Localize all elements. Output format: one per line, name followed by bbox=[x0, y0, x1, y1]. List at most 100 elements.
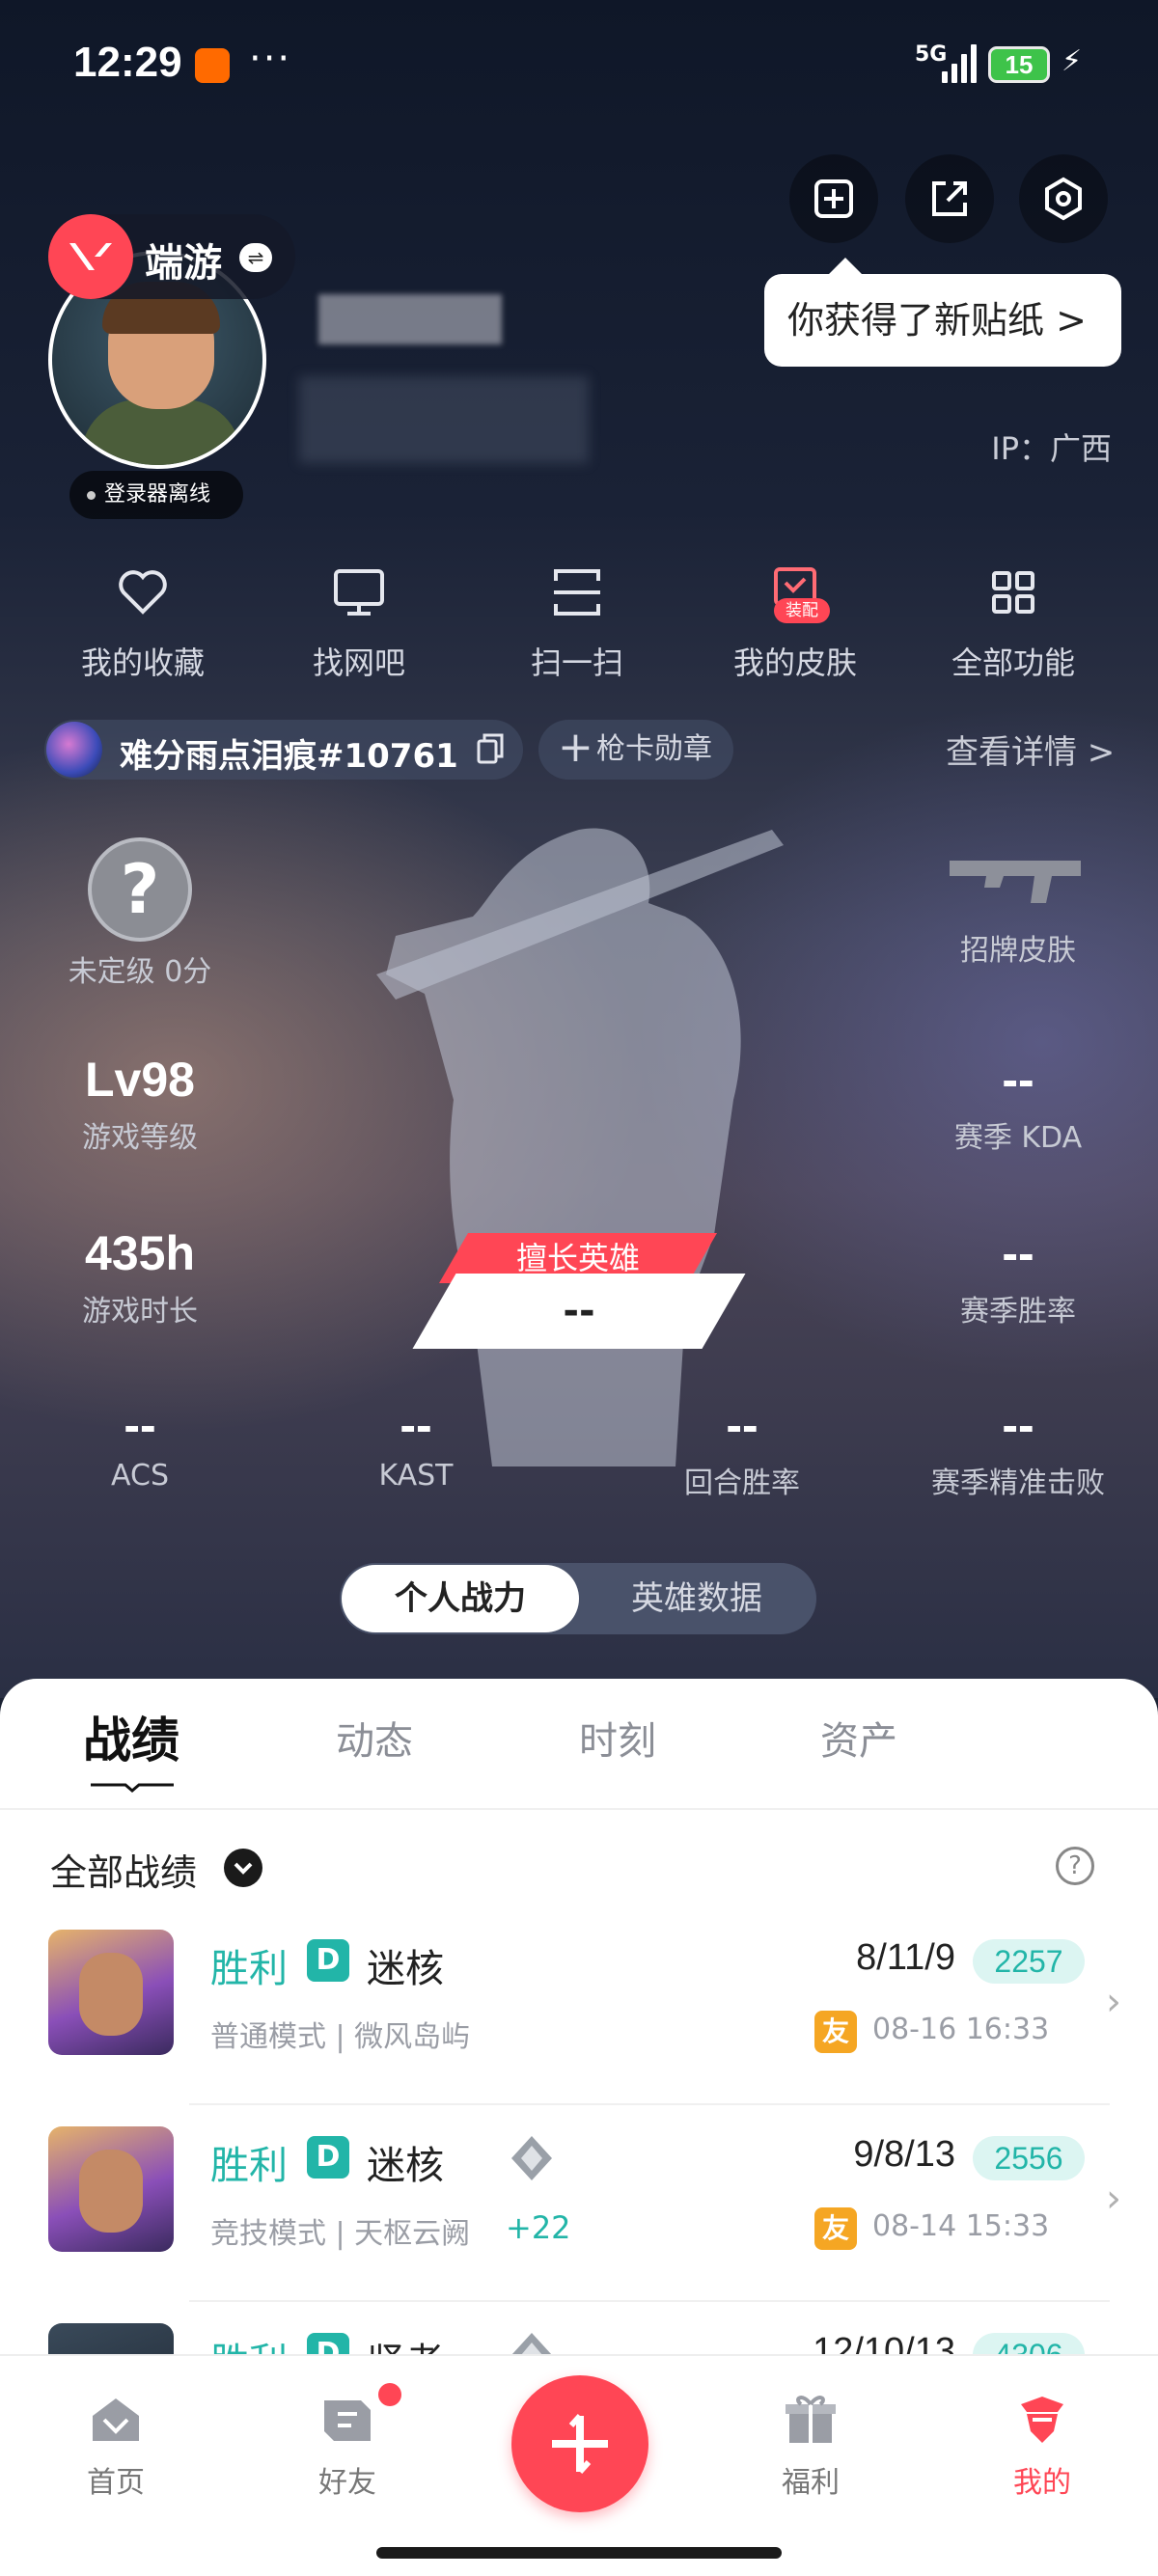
quick-my-skins[interactable]: 装配 我的皮肤 bbox=[699, 563, 892, 683]
rank-points: +22 bbox=[506, 2209, 571, 2246]
status-time: 12:29 bbox=[73, 39, 182, 86]
records-tabs: 战绩 动态 时刻 资产 bbox=[0, 1679, 1158, 1810]
match-kda: 8/11/9 bbox=[856, 1937, 955, 1978]
agent-name: 迷核 bbox=[367, 1947, 444, 1991]
blurred-signature bbox=[299, 376, 589, 463]
account-avatar bbox=[46, 722, 102, 778]
active-tab-indicator bbox=[91, 1783, 174, 1793]
agent-avatar bbox=[48, 1930, 174, 2055]
agent-name: 迷核 bbox=[367, 2144, 444, 2188]
friend-badge: 友 bbox=[814, 2207, 857, 2250]
match-time: 08-14 15:33 bbox=[872, 2209, 1050, 2243]
game-account-chip[interactable]: 难分雨点泪痕#10761 bbox=[44, 720, 523, 780]
divider bbox=[189, 2300, 1110, 2302]
home-indicator bbox=[376, 2547, 782, 2559]
quick-all-functions[interactable]: 全部功能 bbox=[917, 563, 1110, 683]
match-row[interactable]: 胜利 D 迷核 竞技模式 | 天枢云阙 +22 9/8/13 2556 友 08… bbox=[0, 2126, 1158, 2323]
nav-benefits[interactable]: 福利 bbox=[753, 2391, 868, 2501]
help-icon[interactable]: ? bbox=[1056, 1847, 1094, 1885]
stat-playtime: 435h 游戏时长 bbox=[82, 1226, 198, 1329]
card-badge-button[interactable]: 枪卡勋章 bbox=[538, 718, 733, 780]
notification-dot bbox=[378, 2383, 401, 2406]
account-name: 难分雨点泪痕#10761 bbox=[120, 737, 458, 776]
home-icon bbox=[87, 2391, 145, 2449]
stat-kda: -- 赛季 KDA bbox=[953, 1053, 1083, 1155]
status-bar: 12:29 ··· 5G 15 ⚡ bbox=[0, 0, 1158, 125]
chevron-down-icon[interactable] bbox=[224, 1849, 262, 1887]
add-button[interactable] bbox=[511, 2375, 648, 2512]
match-result: 胜利 bbox=[210, 1947, 288, 1991]
equip-badge: 装配 bbox=[774, 598, 830, 623]
share-button[interactable] bbox=[905, 154, 994, 243]
rank-diamond-icon bbox=[511, 2136, 552, 2180]
heart-icon bbox=[114, 563, 172, 621]
match-row[interactable]: 胜利 D 迷核 普通模式 | 微风岛屿 8/11/9 2257 友 08-16 … bbox=[0, 1930, 1158, 2126]
stat-level: Lv98 游戏等级 bbox=[82, 1053, 198, 1155]
unranked-icon: ? bbox=[88, 837, 192, 942]
swap-icon: ⇌ bbox=[239, 243, 272, 272]
view-details-link[interactable]: 查看详情 > bbox=[946, 726, 1115, 773]
stat-round-winrate: -- 回合胜率 bbox=[684, 1398, 800, 1500]
tab-feed[interactable]: 动态 bbox=[336, 1710, 413, 1766]
grade-badge: D bbox=[307, 2136, 349, 2179]
gun-icon bbox=[950, 861, 1081, 903]
nav-home[interactable]: 首页 bbox=[58, 2391, 174, 2501]
nav-profile[interactable]: 我的 bbox=[984, 2391, 1100, 2501]
match-kda: 9/8/13 bbox=[853, 2134, 955, 2175]
settings-icon bbox=[1045, 177, 1082, 221]
agent-silhouette bbox=[376, 828, 784, 1466]
match-score: 2257 bbox=[973, 1939, 1085, 1984]
segment-personal-power[interactable]: 个人战力 bbox=[342, 1565, 579, 1632]
battery-level: 15 bbox=[988, 46, 1050, 83]
tab-moments[interactable]: 时刻 bbox=[579, 1710, 656, 1766]
stat-kast: -- KAST bbox=[378, 1398, 454, 1493]
settings-button[interactable] bbox=[1019, 154, 1108, 243]
match-mode: 普通模式 | 微风岛屿 bbox=[210, 2020, 471, 2054]
blurred-username bbox=[318, 294, 502, 344]
records-filter[interactable]: 全部战绩 bbox=[50, 1843, 197, 1896]
stat-rank[interactable]: ? 未定级 0分 bbox=[39, 837, 241, 990]
more-notifications-icon: ··· bbox=[249, 37, 292, 81]
monitor-icon bbox=[330, 563, 388, 621]
match-result: 胜利 bbox=[210, 2144, 288, 2188]
nav-friends[interactable]: 好友 bbox=[290, 2391, 405, 2501]
share-icon bbox=[932, 181, 967, 216]
scan-icon bbox=[548, 563, 606, 621]
chevron-right-icon: › bbox=[1106, 2177, 1121, 2221]
game-name: 端游 bbox=[145, 241, 222, 286]
match-time: 08-16 16:33 bbox=[872, 2013, 1050, 2046]
stat-winrate: -- 赛季胜率 bbox=[960, 1226, 1076, 1329]
divider bbox=[189, 2103, 1110, 2105]
valorant-logo-icon bbox=[48, 214, 133, 299]
stat-precise-kills: -- 赛季精准击败 bbox=[931, 1398, 1105, 1500]
tab-records[interactable]: 战绩 bbox=[83, 1702, 179, 1771]
ip-location: IP：广西 bbox=[991, 430, 1112, 467]
quick-functions: 我的收藏 找网吧 扫一扫 装配 我的皮肤 全部功能 bbox=[0, 563, 1158, 689]
gift-icon bbox=[782, 2391, 840, 2449]
match-mode: 竞技模式 | 天枢云阙 bbox=[210, 2217, 471, 2251]
chevron-right-icon: › bbox=[1106, 1980, 1121, 2024]
quick-favorites[interactable]: 我的收藏 bbox=[46, 563, 239, 683]
stat-acs: -- ACS bbox=[111, 1398, 169, 1493]
quick-scan[interactable]: 扫一扫 bbox=[481, 563, 674, 683]
sticker-button[interactable] bbox=[789, 154, 878, 243]
best-hero-card[interactable]: -- bbox=[412, 1274, 746, 1349]
profile-icon bbox=[1013, 2391, 1071, 2449]
copy-icon[interactable] bbox=[477, 733, 504, 764]
segment-hero-data[interactable]: 英雄数据 bbox=[579, 1565, 814, 1632]
stat-signature-skin[interactable]: 招牌皮肤 bbox=[907, 849, 1129, 969]
sticker-icon bbox=[814, 179, 853, 218]
plus-icon bbox=[552, 2413, 608, 2475]
login-status-badge: 登录器离线 bbox=[69, 471, 243, 519]
game-switch-tag[interactable]: 端游 ⇌ bbox=[48, 214, 295, 299]
new-sticker-tooltip[interactable]: 你获得了新贴纸 > bbox=[764, 274, 1121, 367]
shop-notification-icon bbox=[195, 48, 230, 83]
friend-badge: 友 bbox=[814, 2011, 857, 2053]
signal-bars-icon bbox=[942, 44, 977, 83]
tab-assets[interactable]: 资产 bbox=[820, 1710, 897, 1766]
quick-find-netcafe[interactable]: 找网吧 bbox=[262, 563, 455, 683]
charging-icon: ⚡ bbox=[1062, 44, 1083, 78]
match-score: 2556 bbox=[973, 2136, 1085, 2180]
friends-icon bbox=[318, 2391, 376, 2449]
grade-badge: D bbox=[307, 1939, 349, 1982]
